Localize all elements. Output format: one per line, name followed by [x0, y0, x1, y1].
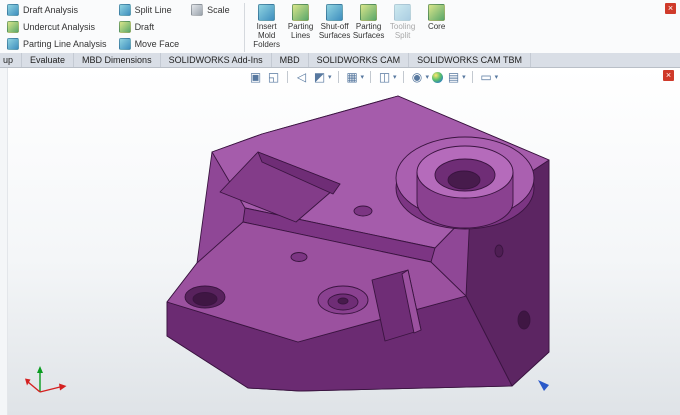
insert-mold-folders-label: Insert Mold Folders: [253, 22, 280, 49]
shut-off-surfaces-button[interactable]: Shut-off Surfaces: [318, 2, 352, 41]
parting-lines-label: Parting Lines: [287, 22, 314, 40]
cad-model[interactable]: [166, 95, 550, 392]
view-orientation-icon[interactable]: ▦: [345, 70, 360, 85]
undercut-analysis-label: Undercut Analysis: [23, 22, 96, 32]
draft-analysis-button[interactable]: Draft Analysis: [4, 2, 110, 18]
ribbon-close-button[interactable]: ×: [665, 3, 676, 14]
command-manager-tabs: up Evaluate MBD Dimensions SOLIDWORKS Ad…: [0, 53, 680, 68]
section-view-caret-icon[interactable]: ▾: [328, 73, 332, 81]
move-face-label: Move Face: [134, 39, 180, 49]
section-view-icon[interactable]: ◩: [312, 70, 327, 85]
tab-partial[interactable]: up: [0, 53, 23, 67]
apply-scene-icon[interactable]: ▤: [446, 70, 461, 85]
ribbon-column-edit: Split Line Draft Move Face: [116, 2, 183, 52]
shut-off-surfaces-label: Shut-off Surfaces: [318, 22, 351, 40]
undercut-analysis-icon: [7, 21, 19, 33]
insert-mold-folders-button[interactable]: Insert Mold Folders: [250, 2, 284, 50]
tab-solidworks-cam-tbm[interactable]: SOLIDWORKS CAM TBM: [409, 53, 531, 67]
zoom-area-icon[interactable]: ◱: [266, 70, 281, 85]
tab-evaluate[interactable]: Evaluate: [22, 53, 75, 67]
parting-line-analysis-label: Parting Line Analysis: [23, 39, 107, 49]
hud-separator: [337, 71, 339, 83]
tooling-split-icon: [394, 4, 412, 21]
display-style-icon[interactable]: ◫: [377, 70, 392, 85]
view-orientation-caret-icon[interactable]: ▾: [361, 73, 365, 81]
scale-icon: [191, 4, 204, 16]
insert-mold-folders-icon: [258, 4, 276, 21]
hide-show-items-caret-icon[interactable]: ▾: [426, 73, 430, 81]
hud-separator: [370, 71, 372, 83]
scale-label: Scale: [207, 5, 230, 15]
ribbon-large-buttons: Insert Mold Folders Parting Lines Shut-o…: [250, 2, 454, 50]
move-face-icon: [118, 38, 131, 50]
solidworks-window: Draft Analysis Undercut Analysis Parting…: [0, 0, 680, 415]
parting-line-analysis-icon: [7, 38, 19, 50]
ribbon-column-scale: Scale: [188, 2, 233, 18]
move-face-button[interactable]: Move Face: [116, 36, 183, 52]
apply-scene-caret-icon[interactable]: ▾: [462, 73, 466, 81]
core-button[interactable]: Core: [420, 2, 454, 32]
tab-solidworks-add-ins[interactable]: SOLIDWORKS Add-Ins: [161, 53, 272, 67]
previous-view-icon[interactable]: ◁: [294, 70, 309, 85]
zoom-fit-icon[interactable]: ▣: [248, 70, 263, 85]
tooling-split-label: Tooling Split: [389, 22, 416, 40]
view-settings-icon[interactable]: ▭: [479, 70, 494, 85]
hide-show-items-icon[interactable]: ◉: [410, 70, 425, 85]
undercut-analysis-button[interactable]: Undercut Analysis: [4, 19, 110, 35]
split-line-icon: [118, 4, 131, 16]
hud-separator: [471, 71, 473, 83]
display-style-caret-icon[interactable]: ▾: [393, 73, 397, 81]
tab-solidworks-cam[interactable]: SOLIDWORKS CAM: [309, 53, 410, 67]
parting-surfaces-label: Parting Surfaces: [352, 22, 385, 40]
hud-separator: [402, 71, 404, 83]
tab-mbd[interactable]: MBD: [272, 53, 309, 67]
graphics-viewport[interactable]: ▣ ◱ ◁ ◩ ▾ ▦ ▾ ◫ ▾ ◉ ▾ ▤ ▾ ▭ ▾ ×: [0, 68, 680, 415]
reference-triad: [25, 366, 67, 393]
split-line-button[interactable]: Split Line: [116, 2, 183, 18]
draft-analysis-label: Draft Analysis: [23, 5, 79, 15]
tooling-split-button: Tooling Split: [386, 2, 420, 41]
draft-button[interactable]: Draft: [116, 19, 183, 35]
draft-analysis-icon: [7, 4, 19, 16]
ribbon-separator: [243, 3, 245, 52]
parting-surfaces-button[interactable]: Parting Surfaces: [352, 2, 386, 41]
ribbon-column-analysis: Draft Analysis Undercut Analysis Parting…: [4, 2, 110, 52]
parting-line-analysis-button[interactable]: Parting Line Analysis: [4, 36, 110, 52]
parting-lines-icon: [292, 4, 310, 21]
split-line-label: Split Line: [134, 5, 172, 15]
edit-appearance-icon[interactable]: [432, 71, 444, 83]
cad-model-canvas[interactable]: [0, 68, 680, 415]
scale-button[interactable]: Scale: [188, 2, 233, 18]
parting-lines-button[interactable]: Parting Lines: [284, 2, 318, 41]
core-label: Core: [427, 22, 446, 31]
draft-label: Draft: [134, 22, 155, 32]
core-icon: [428, 4, 446, 21]
hud-separator: [287, 71, 288, 83]
view-settings-caret-icon[interactable]: ▾: [495, 73, 499, 81]
origin-marker: [538, 380, 549, 391]
tab-mbd-dimensions[interactable]: MBD Dimensions: [74, 53, 161, 67]
draft-icon: [118, 21, 131, 33]
mold-tools-ribbon: Draft Analysis Undercut Analysis Parting…: [0, 0, 680, 53]
viewport-close-button[interactable]: ×: [663, 70, 674, 81]
parting-surfaces-icon: [360, 4, 378, 21]
heads-up-view-toolbar: ▣ ◱ ◁ ◩ ▾ ▦ ▾ ◫ ▾ ◉ ▾ ▤ ▾ ▭ ▾: [248, 69, 498, 85]
shut-off-surfaces-icon: [326, 4, 344, 21]
